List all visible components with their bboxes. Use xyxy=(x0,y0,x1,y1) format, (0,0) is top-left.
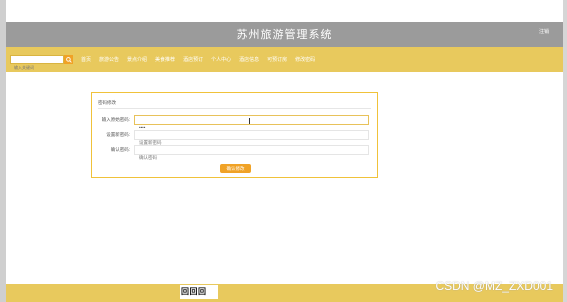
nav-item-attractions[interactable]: 景点介绍 xyxy=(127,56,147,63)
nav-bar: 首页 旅游公告 景点介绍 美食推荐 酒店预订 个人中心 酒店信息 可预订房 修改… xyxy=(6,47,563,72)
nav-item-available-rooms[interactable]: 可预订房 xyxy=(267,56,287,63)
nav-menu: 首页 旅游公告 景点介绍 美食推荐 酒店预订 个人中心 酒店信息 可预订房 修改… xyxy=(81,56,315,63)
text-cursor xyxy=(249,118,250,124)
user-link[interactable]: 注销 xyxy=(539,28,549,35)
old-password-label: 输入原始密码: xyxy=(101,117,130,122)
new-password-row: 设置新密码: xyxy=(92,130,377,147)
search-button[interactable] xyxy=(64,55,73,64)
old-password-box xyxy=(134,115,369,132)
right-edge xyxy=(563,0,567,302)
nav-item-hotel-booking[interactable]: 酒店预订 xyxy=(183,56,203,63)
confirm-password-box xyxy=(134,145,369,162)
confirm-password-label: 确认密码: xyxy=(110,147,130,152)
panel-title: 密码修改 xyxy=(98,100,116,105)
new-password-label: 设置新密码: xyxy=(106,132,130,137)
confirm-button[interactable]: 确认修改 xyxy=(220,164,251,173)
confirm-password-row: 确认密码: xyxy=(92,145,377,162)
panel-divider xyxy=(98,108,371,109)
nav-item-announcements[interactable]: 旅游公告 xyxy=(99,56,119,63)
nav-item-food[interactable]: 美食推荐 xyxy=(155,56,175,63)
app-title: 苏州旅游管理系统 xyxy=(236,28,333,41)
old-password-row: 输入原始密码: xyxy=(92,115,377,132)
qr-code-text: 回回回 xyxy=(181,287,207,296)
nav-item-home[interactable]: 首页 xyxy=(81,56,91,63)
search-icon xyxy=(65,56,72,63)
watermark: CSDN @MZ_ZXD001 xyxy=(435,279,553,293)
nav-item-profile[interactable]: 个人中心 xyxy=(211,56,231,63)
nav-item-hotel-info[interactable]: 酒店信息 xyxy=(239,56,259,63)
header-bar: 苏州旅游管理系统 注销 xyxy=(6,22,563,47)
nav-item-change-password[interactable]: 修改密码 xyxy=(295,56,315,63)
confirm-password-field[interactable] xyxy=(135,153,368,162)
new-password-box xyxy=(134,130,369,147)
search-input[interactable] xyxy=(11,64,63,71)
search-box xyxy=(10,55,64,71)
password-panel: 密码修改 输入原始密码: 设置新密码: 确认密码: 确认修改 xyxy=(91,92,378,178)
